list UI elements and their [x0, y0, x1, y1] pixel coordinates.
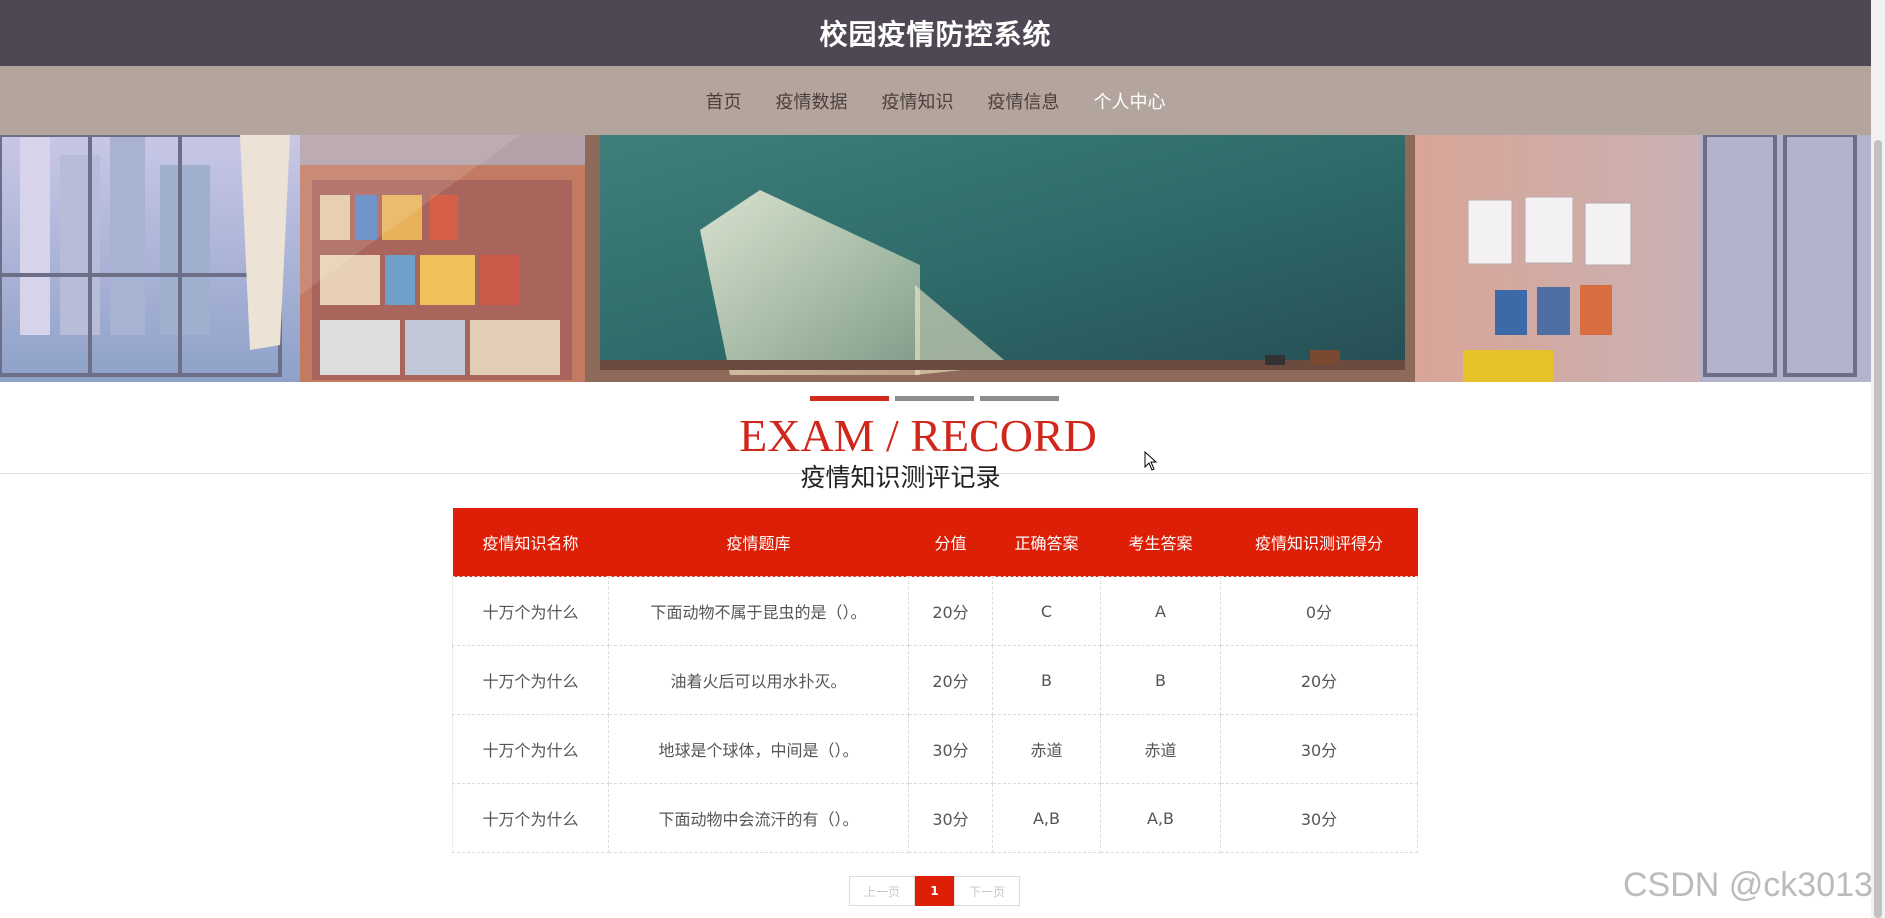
slider-dot[interactable]	[895, 396, 974, 401]
table-cell: 十万个为什么	[452, 645, 609, 715]
table-cell: B	[992, 645, 1101, 715]
column-header: 正确答案	[992, 508, 1101, 577]
table-cell: 十万个为什么	[452, 576, 609, 646]
table-cell: C	[992, 576, 1101, 646]
table-cell: A,B	[992, 783, 1101, 853]
current-page-button[interactable]: 1	[915, 876, 954, 906]
section-title-cn: 疫情知识测评记录	[800, 463, 1001, 492]
watermark: CSDN @ck3013	[1623, 866, 1873, 904]
table-cell: 30分	[1220, 714, 1418, 784]
table-cell: 赤道	[992, 714, 1101, 784]
prev-page-button[interactable]: 上一页	[849, 876, 915, 906]
nav-item-epidemic-knowledge[interactable]: 疫情知识	[876, 88, 960, 114]
table-cell: A,B	[1100, 783, 1221, 853]
table-row[interactable]: 十万个为什么 下面动物不属于昆虫的是（）。 20分 C A 0分	[452, 576, 1418, 646]
table-cell: 30分	[908, 714, 993, 784]
table-cell: 油着火后可以用水扑灭。	[608, 645, 909, 715]
nav-item-epidemic-info[interactable]: 疫情信息	[982, 88, 1066, 114]
nav-item-personal-center[interactable]: 个人中心	[1088, 88, 1172, 114]
scrollbar-thumb[interactable]	[1874, 140, 1882, 918]
table-cell: 20分	[1220, 645, 1418, 715]
nav-item-epidemic-data[interactable]: 疫情数据	[770, 88, 854, 114]
table-cell: A	[1100, 576, 1221, 646]
table-row[interactable]: 十万个为什么 地球是个球体，中间是（）。 30分 赤道 赤道 30分	[452, 714, 1418, 784]
slider-dot[interactable]	[980, 396, 1059, 401]
column-header: 疫情知识名称	[452, 508, 609, 577]
site-header: 校园疫情防控系统	[0, 0, 1871, 66]
slider-dot-active[interactable]	[810, 396, 889, 401]
pagination: 上一页 1 下一页	[849, 876, 1020, 906]
table-cell: 30分	[908, 783, 993, 853]
table-cell: 下面动物中会流汗的有（）。	[608, 783, 909, 853]
table-cell: 地球是个球体，中间是（）。	[608, 714, 909, 784]
main-nav: 首页 疫情数据 疫情知识 疫情信息 个人中心	[0, 66, 1871, 135]
table-cell: 十万个为什么	[452, 783, 609, 853]
classroom-illustration	[0, 135, 1871, 382]
vertical-scrollbar[interactable]	[1871, 0, 1885, 918]
site-title: 校园疫情防控系统	[819, 18, 1052, 51]
table-cell: 下面动物不属于昆虫的是（）。	[608, 576, 909, 646]
next-page-button[interactable]: 下一页	[954, 876, 1020, 906]
column-header: 疫情知识测评得分	[1220, 508, 1418, 577]
table-cell: 30分	[1220, 783, 1418, 853]
table-cell: B	[1100, 645, 1221, 715]
nav-item-home[interactable]: 首页	[700, 88, 748, 114]
column-header: 分值	[908, 508, 993, 577]
column-header: 考生答案	[1100, 508, 1221, 577]
section-heading: EXAM / RECORD	[0, 409, 1871, 462]
table-row[interactable]: 十万个为什么 油着火后可以用水扑灭。 20分 B B 20分	[452, 645, 1418, 715]
table-cell: 0分	[1220, 576, 1418, 646]
table-cell: 20分	[908, 645, 993, 715]
section-title-en: EXAM / RECORD	[739, 410, 1097, 461]
column-header: 疫情题库	[608, 508, 909, 577]
exam-record-table: 疫情知识名称 疫情题库 分值 正确答案 考生答案 疫情知识测评得分 十万个为什么…	[452, 508, 1418, 853]
mouse-cursor-icon	[1144, 451, 1158, 471]
table-row[interactable]: 十万个为什么 下面动物中会流汗的有（）。 30分 A,B A,B 30分	[452, 783, 1418, 853]
hero-banner	[0, 135, 1871, 382]
table-cell: 赤道	[1100, 714, 1221, 784]
banner-slider-indicators	[810, 396, 1059, 401]
table-header-row: 疫情知识名称 疫情题库 分值 正确答案 考生答案 疫情知识测评得分	[452, 508, 1418, 577]
table-cell: 十万个为什么	[452, 714, 609, 784]
table-cell: 20分	[908, 576, 993, 646]
